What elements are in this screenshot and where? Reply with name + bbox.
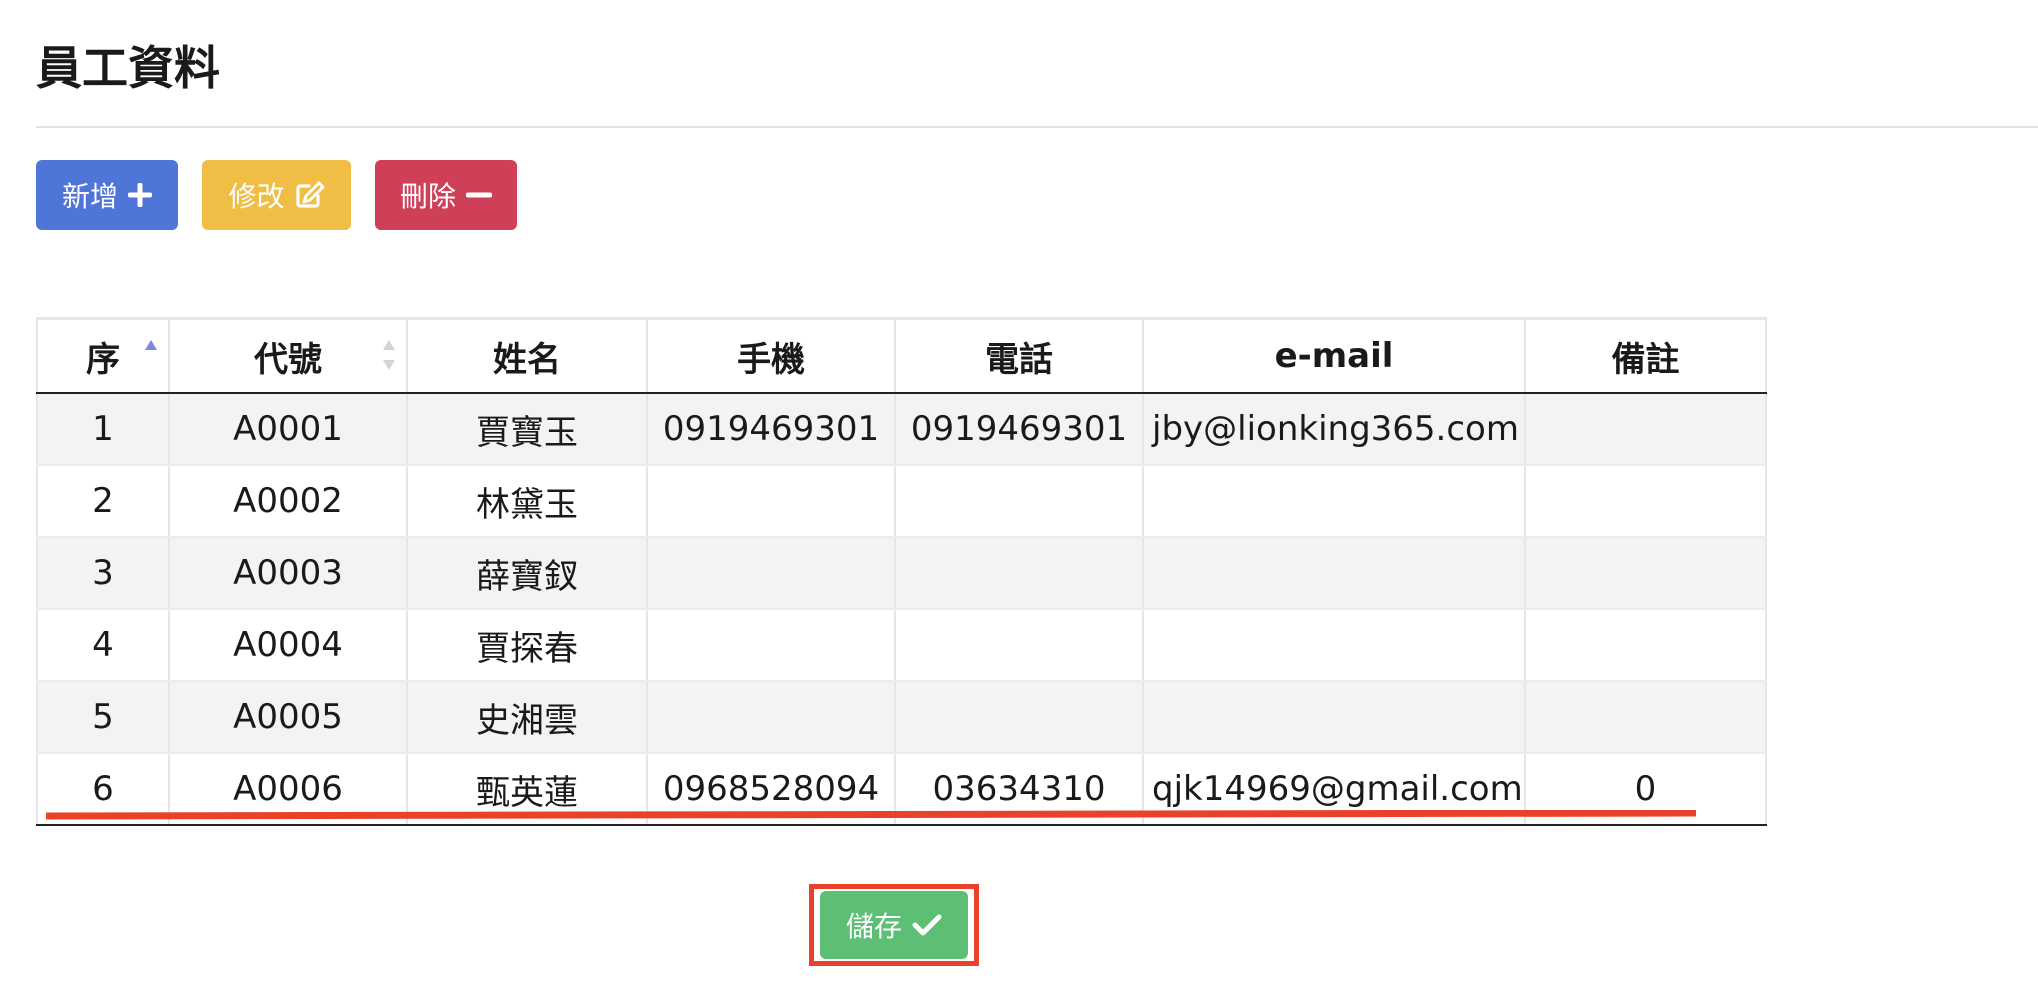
minus-icon (466, 183, 492, 207)
cell-name: 薛寶釵 (406, 537, 648, 610)
cell-phone: 0919469301 (894, 393, 1144, 466)
cell-name: 史湘雲 (406, 681, 648, 754)
edit-button-label: 修改 (228, 180, 285, 213)
table-row[interactable]: 2 A0002 林黛玉 (36, 465, 1767, 538)
cell-note (1524, 609, 1767, 682)
column-header-code[interactable]: 代號 (168, 317, 408, 394)
column-header-mobile[interactable]: 手機 (646, 317, 896, 394)
column-header-phone[interactable]: 電話 (894, 317, 1144, 394)
cell-seq: 5 (36, 681, 170, 754)
cell-note (1524, 537, 1767, 610)
cell-mobile: 0919469301 (646, 393, 896, 466)
cell-seq: 2 (36, 465, 170, 538)
cell-email (1142, 465, 1526, 538)
employee-table-container: 序 代號 姓名 手機 電話 e-mail 備註 1 A0001 賈寶玉 0919… (36, 317, 1767, 826)
cell-phone (894, 681, 1144, 754)
column-header-note[interactable]: 備註 (1524, 317, 1767, 394)
plus-icon (128, 183, 152, 207)
add-button-label: 新增 (61, 180, 118, 213)
cell-phone (894, 465, 1144, 538)
delete-button-label: 刪除 (399, 180, 456, 213)
cell-email (1142, 609, 1526, 682)
cell-note (1524, 681, 1767, 754)
column-header-email[interactable]: e-mail (1142, 317, 1526, 394)
add-button[interactable]: 新增 (36, 160, 178, 230)
cell-code: A0004 (168, 609, 408, 682)
cell-email (1142, 537, 1526, 610)
table-header-row: 序 代號 姓名 手機 電話 e-mail 備註 (36, 317, 1767, 394)
cell-seq: 3 (36, 537, 170, 610)
table-row[interactable]: 1 A0001 賈寶玉 0919469301 0919469301 jby@li… (36, 393, 1767, 466)
sort-both-icon (382, 338, 396, 381)
title-divider (36, 126, 2038, 128)
table-row[interactable]: 3 A0003 薛寶釵 (36, 537, 1767, 610)
column-header-name[interactable]: 姓名 (406, 317, 648, 394)
cell-note (1524, 465, 1767, 538)
delete-button[interactable]: 刪除 (375, 160, 517, 230)
column-header-label: 序 (86, 339, 120, 380)
cell-email: jby@lionking365.com (1142, 393, 1526, 466)
page-title: 員工資料 (36, 41, 220, 95)
cell-note (1524, 393, 1767, 466)
column-header-seq[interactable]: 序 (36, 317, 170, 394)
sort-asc-icon (144, 338, 158, 381)
cell-code: A0005 (168, 681, 408, 754)
table-row[interactable]: 4 A0004 賈探春 (36, 609, 1767, 682)
toolbar: 新增 修改 刪除 (36, 160, 517, 230)
cell-email (1142, 681, 1526, 754)
employee-table: 序 代號 姓名 手機 電話 e-mail 備註 1 A0001 賈寶玉 0919… (36, 317, 1767, 826)
edit-button[interactable]: 修改 (202, 160, 351, 230)
edit-icon (295, 181, 325, 209)
cell-phone (894, 609, 1144, 682)
column-header-label: 代號 (254, 339, 322, 380)
save-button-label: 儲存 (845, 910, 902, 943)
cell-mobile (646, 681, 896, 754)
cell-code: A0002 (168, 465, 408, 538)
cell-name: 賈寶玉 (406, 393, 648, 466)
cell-seq: 4 (36, 609, 170, 682)
annotation-underline (46, 810, 1696, 820)
cell-code: A0003 (168, 537, 408, 610)
cell-mobile (646, 609, 896, 682)
cell-mobile (646, 465, 896, 538)
cell-name: 賈探春 (406, 609, 648, 682)
save-button-highlight: 儲存 (809, 884, 979, 966)
cell-phone (894, 537, 1144, 610)
cell-name: 林黛玉 (406, 465, 648, 538)
check-icon (912, 913, 942, 937)
save-button[interactable]: 儲存 (820, 891, 968, 959)
cell-seq: 1 (36, 393, 170, 466)
table-row[interactable]: 5 A0005 史湘雲 (36, 681, 1767, 754)
cell-code: A0001 (168, 393, 408, 466)
cell-mobile (646, 537, 896, 610)
